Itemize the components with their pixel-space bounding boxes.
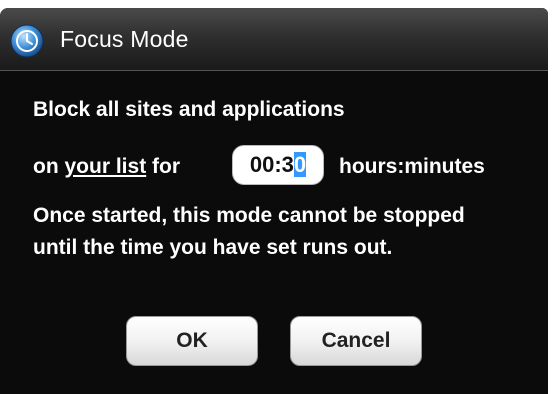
clock-icon xyxy=(10,24,44,58)
duration-input[interactable]: 00:30 xyxy=(232,145,324,185)
description-line-1: Block all sites and applications xyxy=(33,98,345,121)
units-label: hours:minutes xyxy=(339,155,485,178)
duration-value: 00:3 xyxy=(249,152,294,177)
focus-mode-dialog: Focus Mode Block all sites and applicati… xyxy=(0,8,548,394)
screen: Focus Mode Block all sites and applicati… xyxy=(0,0,554,394)
description-line-2: on your list for xyxy=(33,152,180,182)
cancel-button[interactable]: Cancel xyxy=(290,316,422,366)
line2-for: for xyxy=(152,155,181,178)
warning-text: Once started, this mode cannot be stoppe… xyxy=(33,204,465,259)
title-bar[interactable]: Focus Mode xyxy=(0,8,548,71)
duration-selected-digit: 0 xyxy=(293,152,307,177)
ok-button[interactable]: OK xyxy=(126,316,258,366)
line2-prefix: on xyxy=(33,155,59,178)
your-list-link[interactable]: your list xyxy=(65,155,147,178)
dialog-title: Focus Mode xyxy=(60,26,189,52)
